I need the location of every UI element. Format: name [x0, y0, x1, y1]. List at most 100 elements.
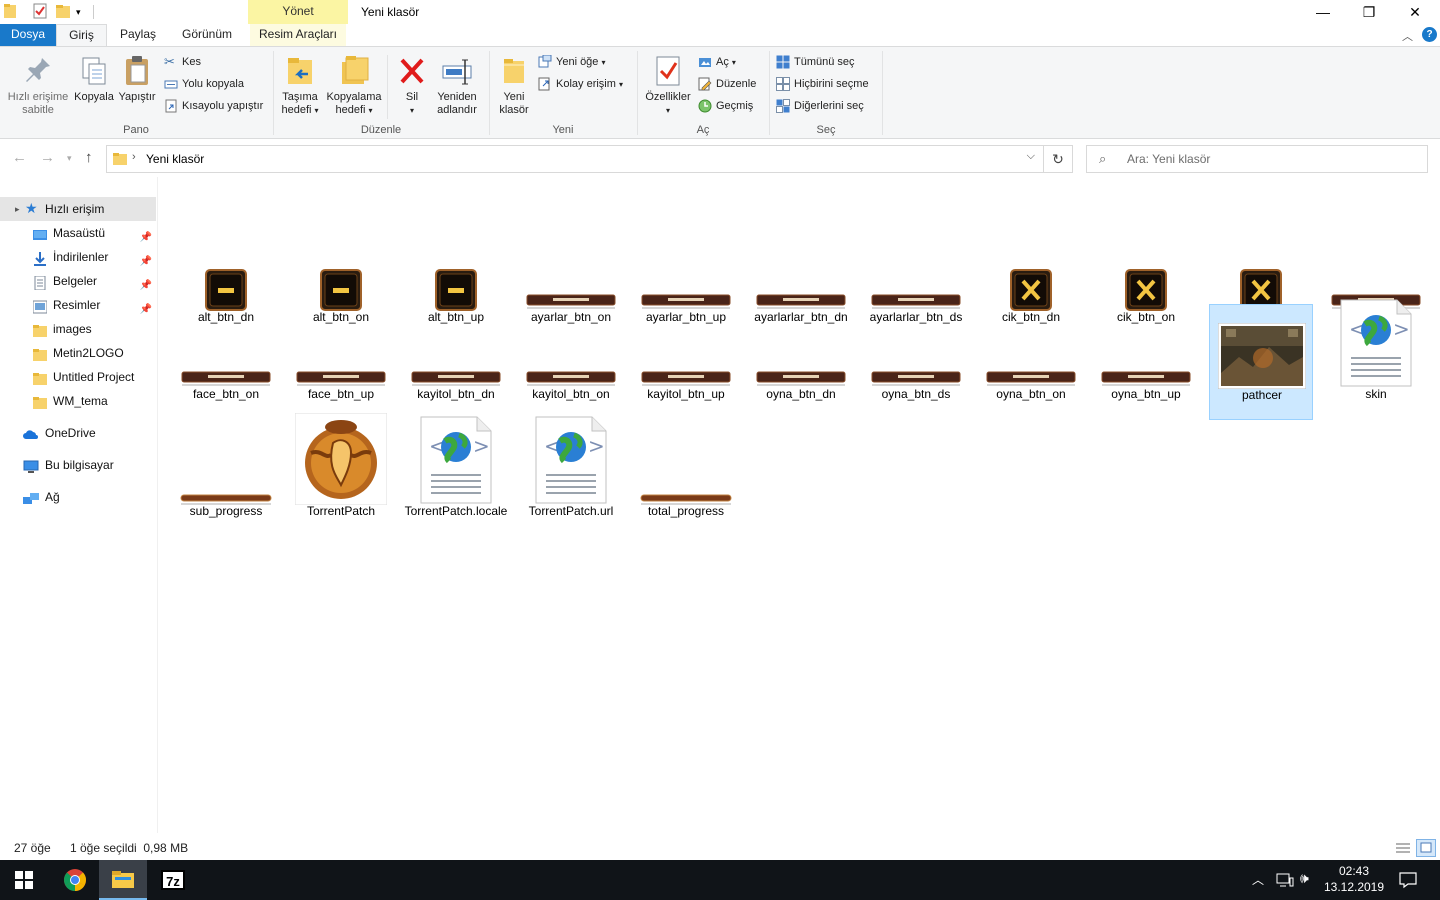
file-item[interactable]: total_progress: [634, 421, 738, 537]
move-to-button[interactable]: Taşıma hedefi ▾: [276, 51, 324, 117]
properties-button[interactable]: Özellikler ▾: [640, 51, 696, 117]
copy-path-label: Yolu kopyala: [182, 78, 244, 90]
rename-button[interactable]: Yeniden adlandır: [432, 51, 482, 117]
emblem-thumbnail-icon: [291, 413, 391, 505]
search-box[interactable]: ⌕ Ara: Yeni klasör: [1086, 145, 1428, 173]
close-button[interactable]: ✕: [1392, 0, 1438, 24]
restore-button[interactable]: ❐: [1346, 0, 1392, 24]
taskbar-file-explorer[interactable]: [99, 860, 147, 900]
manage-context-tab[interactable]: Yönet: [248, 0, 348, 24]
customize-qat-icon[interactable]: ▾: [76, 3, 86, 21]
collapse-ribbon-icon[interactable]: ︿: [1402, 28, 1413, 44]
new-item-button[interactable]: Yeni öğe ▾: [536, 52, 606, 72]
paste-shortcut-button[interactable]: Kısayolu yapıştır: [162, 96, 263, 116]
edit-button[interactable]: Düzenle: [696, 74, 756, 94]
nav-folder-images[interactable]: images: [0, 317, 156, 341]
select-all-button[interactable]: Tümünü seç: [774, 52, 855, 72]
nav-desktop[interactable]: Masaüstü 📌: [0, 221, 156, 245]
breadcrumb-current[interactable]: Yeni klasör: [146, 152, 204, 166]
breadcrumb-chevron-icon[interactable]: ›: [132, 151, 136, 163]
taskbar-7zip[interactable]: 7z: [149, 860, 197, 900]
address-dropdown-icon[interactable]: ⌵: [1027, 150, 1035, 163]
paste-shortcut-icon: [164, 99, 178, 113]
nav-folder-wm-tema[interactable]: WM_tema: [0, 389, 156, 413]
address-bar[interactable]: › Yeni klasör ⌵: [106, 145, 1044, 173]
show-hidden-icons-icon[interactable]: ︿: [1252, 871, 1264, 888]
tab-share[interactable]: Paylaş: [111, 24, 165, 46]
start-button[interactable]: [0, 860, 48, 900]
nav-pictures[interactable]: Resimler 📌: [0, 293, 156, 317]
volume-tray-icon[interactable]: 🕪: [1300, 870, 1309, 887]
pin-quick-access-button[interactable]: Hızlı erişime sabitle: [4, 51, 72, 117]
notification-center-icon[interactable]: [1399, 871, 1417, 892]
file-item[interactable]: < > TorrentPatch.url: [519, 416, 623, 537]
delete-button[interactable]: Sil ▾: [392, 51, 432, 117]
tab-home[interactable]: Giriş: [56, 24, 107, 47]
large-icons-view-icon[interactable]: [1416, 839, 1436, 857]
tab-file[interactable]: Dosya: [0, 24, 56, 46]
file-item[interactable]: pathcer: [1209, 304, 1313, 420]
nav-this-pc[interactable]: Bu bilgisayar: [0, 453, 156, 477]
file-item[interactable]: < > TorrentPatch.locale: [404, 416, 508, 537]
nav-quick-access[interactable]: ▸ ★ Hızlı erişim: [0, 197, 156, 221]
explorer-window: ▾ Yönet Yeni klasör — ❐ ✕ Dosya Giriş Pa…: [0, 0, 1440, 900]
tab-view[interactable]: Görünüm: [172, 24, 242, 46]
nav-onedrive[interactable]: OneDrive: [0, 421, 156, 445]
recent-locations-icon[interactable]: ▾: [67, 153, 72, 164]
file-item[interactable]: face_btn_up: [289, 304, 393, 420]
nav-documents-label: Belgeler: [53, 274, 98, 288]
new-folder-button[interactable]: Yeni klasör: [494, 51, 534, 117]
file-item[interactable]: face_btn_on: [174, 304, 278, 420]
copy-to-button[interactable]: Kopyalama hedefi ▾: [324, 51, 384, 117]
file-name: oyna_btn_dn: [766, 387, 836, 401]
history-button[interactable]: Geçmiş: [696, 96, 753, 116]
clock[interactable]: 02:43 13.12.2019: [1322, 863, 1386, 895]
properties-quick-icon[interactable]: [32, 3, 48, 21]
file-item[interactable]: kayitol_btn_up: [634, 304, 738, 420]
file-item[interactable]: TorrentPatch: [289, 413, 393, 537]
up-arrow-icon[interactable]: ↑: [85, 149, 93, 166]
nav-documents[interactable]: Belgeler 📌: [0, 269, 156, 293]
7zip-icon: 7z: [161, 870, 185, 890]
invert-selection-button[interactable]: Diğerlerini seç: [774, 96, 864, 116]
file-item[interactable]: oyna_btn_up: [1094, 304, 1198, 420]
details-view-icon[interactable]: [1395, 841, 1411, 855]
navigation-pane: ▸ ★ Hızlı erişim Masaüstü 📌 İndirilenler…: [0, 177, 158, 833]
select-none-button[interactable]: Hiçbirini seçme: [774, 74, 869, 94]
file-item[interactable]: sub_progress: [174, 421, 278, 537]
delete-x-icon: [396, 54, 428, 88]
web-doc-thumbnail-icon: < >: [521, 416, 621, 505]
nav-downloads[interactable]: İndirilenler 📌: [0, 245, 156, 269]
new-folder-quick-icon[interactable]: [56, 3, 70, 21]
file-item[interactable]: oyna_btn_on: [979, 304, 1083, 420]
file-item[interactable]: oyna_btn_dn: [749, 304, 853, 420]
easy-access-button[interactable]: Kolay erişim ▾: [536, 74, 623, 94]
file-item[interactable]: kayitol_btn_on: [519, 304, 623, 420]
file-item[interactable]: oyna_btn_ds: [864, 304, 968, 420]
file-item[interactable]: < > skin: [1324, 299, 1428, 420]
copy-button[interactable]: Kopyala: [72, 51, 116, 104]
nav-folder-metin2logo[interactable]: Metin2LOGO: [0, 341, 156, 365]
nav-folder-untitled-project[interactable]: Untitled Project: [0, 365, 156, 389]
file-name: skin: [1365, 387, 1387, 401]
open-button[interactable]: Aç ▾: [696, 52, 736, 72]
status-bar: 27 öğe 1 öğe seçildi 0,98 MB: [0, 838, 1440, 860]
move-label-2: hedefi ▾: [276, 104, 324, 117]
forward-arrow-icon[interactable]: →: [40, 149, 55, 166]
back-arrow-icon[interactable]: ←: [12, 149, 27, 166]
nav-network[interactable]: Ağ: [0, 485, 156, 509]
new-folder-icon: [498, 54, 530, 88]
x-btn-thumbnail-icon: [981, 229, 1081, 311]
copy-path-button[interactable]: Yolu kopyala: [162, 74, 244, 94]
refresh-button[interactable]: ↻: [1044, 145, 1073, 173]
network-tray-icon[interactable]: [1276, 872, 1294, 891]
taskbar-chrome[interactable]: [51, 860, 99, 900]
help-icon[interactable]: ?: [1422, 27, 1437, 42]
tab-picture-tools[interactable]: Resim Araçları: [250, 24, 346, 46]
selection-info: 1 öğe seçildi 0,98 MB: [70, 841, 189, 855]
minimize-button[interactable]: —: [1300, 0, 1346, 24]
paste-button[interactable]: Yapıştır: [116, 51, 158, 104]
nav-quick-access-label: Hızlı erişim: [45, 202, 105, 216]
cut-button[interactable]: ✂ Kes: [162, 52, 201, 72]
file-item[interactable]: kayitol_btn_dn: [404, 304, 508, 420]
